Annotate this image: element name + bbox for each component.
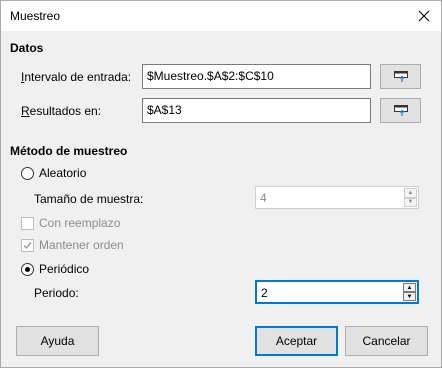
period-arrows: ▲ ▼ bbox=[403, 283, 416, 301]
keep-order-checkbox[interactable]: Mantener orden bbox=[21, 238, 124, 252]
shrink-range-icon bbox=[393, 70, 408, 82]
datos-heading: Datos bbox=[10, 41, 44, 55]
shrink-range-icon bbox=[393, 104, 408, 116]
periodic-radio-indicator bbox=[21, 262, 34, 276]
cancel-button[interactable]: Cancelar bbox=[345, 326, 428, 356]
checkmark-icon bbox=[23, 241, 32, 249]
with-replacement-label: Con reemplazo bbox=[39, 216, 121, 230]
period-spinner[interactable]: 2 ▲ ▼ bbox=[255, 280, 419, 304]
spin-up-icon[interactable]: ▲ bbox=[404, 188, 417, 198]
spin-down-icon[interactable]: ▼ bbox=[404, 197, 417, 207]
keep-order-label: Mantener orden bbox=[39, 238, 124, 252]
period-value: 2 bbox=[261, 286, 268, 300]
title-bar: Muestreo bbox=[1, 1, 441, 31]
results-label: Resultados en: bbox=[21, 104, 102, 118]
dialog-title: Muestreo bbox=[10, 9, 61, 23]
random-radio-indicator bbox=[21, 166, 34, 180]
results-field[interactable]: $A$13 bbox=[142, 98, 371, 123]
close-icon bbox=[418, 10, 430, 22]
input-range-shrink-button[interactable] bbox=[380, 64, 421, 89]
period-label: Periodo: bbox=[34, 286, 79, 300]
input-range-label-rest: ntervalo de entrada: bbox=[24, 70, 132, 84]
close-button[interactable] bbox=[413, 5, 435, 27]
periodic-radio-label: Periódico bbox=[39, 262, 90, 276]
input-range-field[interactable]: $Muestreo.$A$2:$C$10 bbox=[142, 64, 371, 89]
random-radio[interactable]: Aleatorio bbox=[21, 166, 86, 180]
sampling-dialog: Muestreo Datos Intervalo de entrada: $Mu… bbox=[0, 0, 442, 368]
with-replacement-box bbox=[21, 216, 34, 230]
sample-size-label: Tamaño de muestra: bbox=[34, 192, 144, 206]
results-shrink-button[interactable] bbox=[380, 98, 421, 123]
sample-size-value: 4 bbox=[260, 191, 267, 205]
periodic-radio[interactable]: Periódico bbox=[21, 262, 89, 276]
sample-size-spinner[interactable]: 4 ▲ ▼ bbox=[255, 186, 419, 209]
results-label-rest: esultados en: bbox=[29, 104, 102, 118]
spin-down-icon[interactable]: ▼ bbox=[403, 292, 416, 301]
ok-button[interactable]: Aceptar bbox=[255, 326, 338, 356]
method-heading: Método de muestreo bbox=[10, 144, 128, 158]
sample-size-arrows: ▲ ▼ bbox=[404, 188, 417, 207]
with-replacement-checkbox[interactable]: Con reemplazo bbox=[21, 216, 120, 230]
input-range-label: Intervalo de entrada: bbox=[21, 70, 132, 84]
random-radio-label: Aleatorio bbox=[39, 166, 87, 180]
spin-up-icon[interactable]: ▲ bbox=[403, 283, 416, 292]
keep-order-box bbox=[21, 238, 34, 252]
help-button[interactable]: Ayuda bbox=[16, 326, 99, 356]
